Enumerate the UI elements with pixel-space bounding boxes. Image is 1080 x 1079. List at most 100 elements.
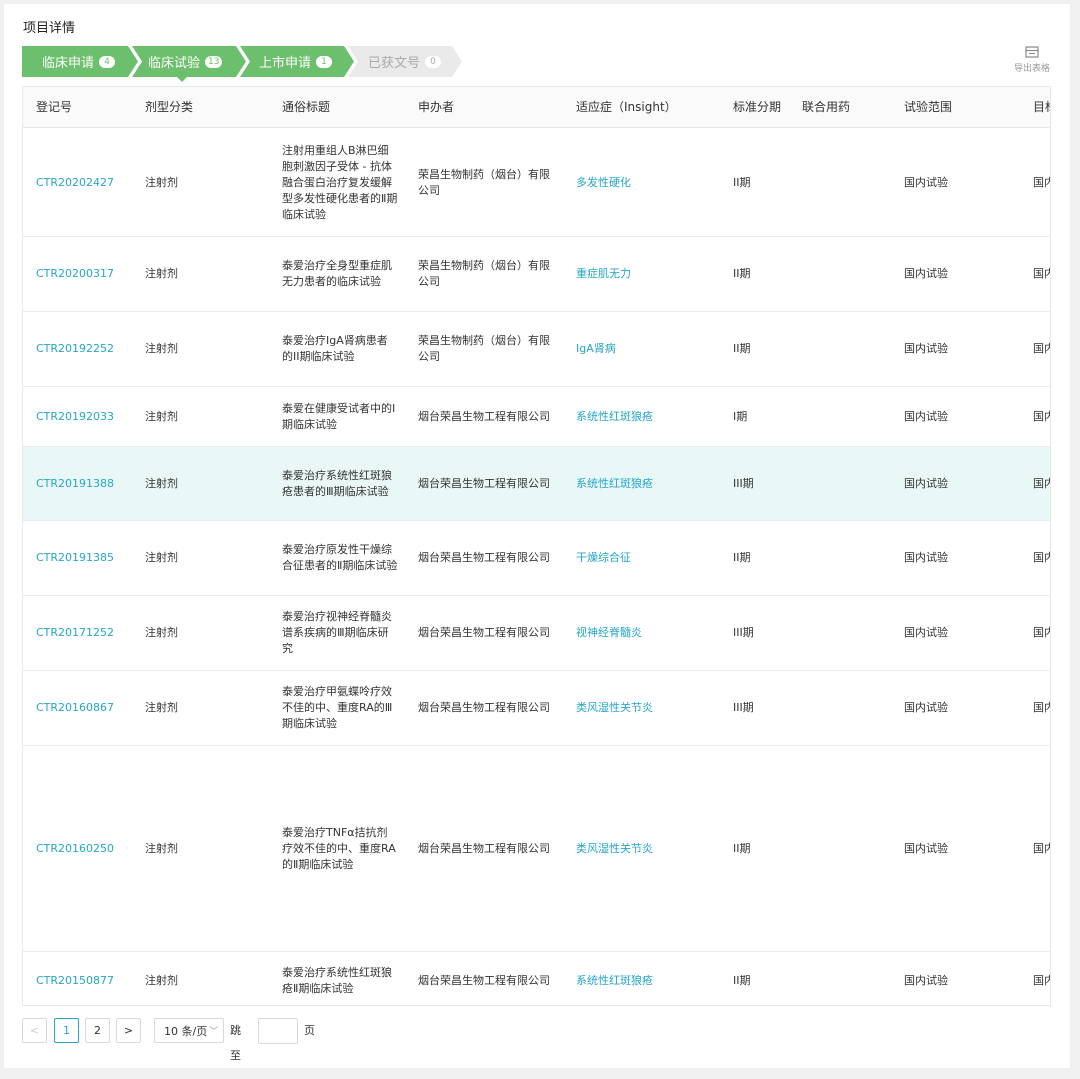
indication-link[interactable]: 系统性红斑狼疮 bbox=[576, 952, 653, 1005]
indication-link[interactable]: 视神经脊髓炎 bbox=[576, 596, 642, 670]
reg-no-link[interactable]: CTR20200317 bbox=[36, 237, 114, 311]
phase-cell: II期 bbox=[733, 841, 751, 855]
page-2-button[interactable]: 2 bbox=[85, 1018, 110, 1043]
target-cell: 国内 bbox=[1033, 267, 1050, 280]
reg-no-link[interactable]: CTR20192033 bbox=[36, 387, 114, 446]
scope-cell: 国内试验 bbox=[904, 626, 948, 639]
sponsor-cell: 荣昌生物制药（烟台）有限公司 bbox=[418, 167, 550, 197]
step-label: 已获文号 bbox=[368, 56, 421, 71]
title-cell: 泰爱治疗系统性红斑狼疮患者的Ⅲ期临床试验 bbox=[282, 468, 392, 498]
sponsor-cell: 烟台荣昌生物工程有限公司 bbox=[418, 841, 550, 855]
table-row: CTR20192033 注射剂 泰爱在健康受试者中的I期临床试验 烟台荣昌生物工… bbox=[23, 387, 1050, 447]
step-label: 上市申请 bbox=[259, 56, 312, 71]
step-marketing-application[interactable]: 上市申请 1 bbox=[240, 46, 354, 77]
scope-cell: 国内试验 bbox=[904, 841, 948, 855]
jump-page-input[interactable] bbox=[258, 1018, 298, 1044]
scope-cell: 国内试验 bbox=[904, 409, 948, 423]
target-cell: 国内 bbox=[1033, 551, 1050, 564]
step-label: 临床试验 bbox=[148, 56, 201, 71]
step-count-badge: 4 bbox=[99, 55, 116, 68]
dosage-form-cell: 注射剂 bbox=[145, 267, 178, 280]
title-cell: 泰爱治疗全身型重症肌无力患者的临床试验 bbox=[282, 259, 392, 288]
target-cell: 国内 bbox=[1033, 841, 1050, 855]
scope-cell: 国内试验 bbox=[904, 175, 948, 189]
column-header-sponsor[interactable]: 申办者 bbox=[418, 87, 454, 128]
scope-cell: 国内试验 bbox=[904, 267, 948, 280]
indication-link[interactable]: 重症肌无力 bbox=[576, 237, 631, 311]
table-row: CTR20171252 注射剂 泰爱治疗视神经脊髓炎谱系疾病的Ⅲ期临床研究 烟台… bbox=[23, 596, 1050, 671]
dosage-form-cell: 注射剂 bbox=[145, 342, 178, 355]
target-cell: 国内 bbox=[1033, 342, 1050, 355]
reg-no-link[interactable]: CTR20160250 bbox=[36, 746, 114, 951]
step-count-badge: 13 bbox=[205, 55, 223, 68]
dosage-form-cell: 注射剂 bbox=[145, 409, 178, 423]
indication-link[interactable]: IgA肾病 bbox=[576, 312, 616, 386]
indication-link[interactable]: 类风湿性关节炎 bbox=[576, 746, 653, 951]
jump-label: 跳至 bbox=[230, 1024, 241, 1062]
prev-page-button[interactable]: < bbox=[22, 1018, 47, 1043]
table-row: CTR20160867 注射剂 泰爱治疗甲氨蝶呤疗效不佳的中、重度RA的Ⅲ期临床… bbox=[23, 671, 1050, 746]
sponsor-cell: 烟台荣昌生物工程有限公司 bbox=[418, 551, 550, 564]
phase-cell: III期 bbox=[733, 626, 754, 639]
dosage-form-cell: 注射剂 bbox=[145, 476, 178, 490]
export-table-button[interactable]: 导出表格 bbox=[1014, 46, 1050, 74]
table-row: CTR20200317 注射剂 泰爱治疗全身型重症肌无力患者的临床试验 荣昌生物… bbox=[23, 237, 1050, 312]
indication-link[interactable]: 系统性红斑狼疮 bbox=[576, 447, 653, 520]
step-clinical-application[interactable]: 临床申请 4 bbox=[22, 46, 138, 77]
step-count-badge: 1 bbox=[316, 55, 333, 68]
column-header-indication[interactable]: 适应症（Insight） bbox=[576, 87, 677, 128]
scope-cell: 国内试验 bbox=[904, 476, 948, 490]
reg-no-link[interactable]: CTR20202427 bbox=[36, 129, 114, 236]
dosage-form-cell: 注射剂 bbox=[145, 841, 178, 855]
indication-link[interactable]: 系统性红斑狼疮 bbox=[576, 387, 653, 446]
table-row: CTR20191388 注射剂 泰爱治疗系统性红斑狼疮患者的Ⅲ期临床试验 烟台荣… bbox=[23, 447, 1050, 521]
dosage-form-cell: 注射剂 bbox=[145, 175, 178, 189]
table-row: CTR20191385 注射剂 泰爱治疗原发性干燥综合征患者的Ⅱ期临床试验 烟台… bbox=[23, 521, 1050, 596]
table-header: 登记号 剂型分类 通俗标题 申办者 适应症（Insight） 标准分期 联合用药… bbox=[23, 87, 1050, 128]
phase-cell: III期 bbox=[733, 476, 754, 490]
scope-cell: 国内试验 bbox=[904, 973, 948, 987]
indication-link[interactable]: 类风湿性关节炎 bbox=[576, 671, 653, 745]
reg-no-link[interactable]: CTR20192252 bbox=[36, 312, 114, 386]
table-row: CTR20160250 注射剂 泰爱治疗TNFα拮抗剂疗效不佳的中、重度RA的Ⅱ… bbox=[23, 746, 1050, 952]
reg-no-link[interactable]: CTR20150877 bbox=[36, 952, 114, 1005]
column-header-combination[interactable]: 联合用药 bbox=[802, 87, 850, 128]
reg-no-link[interactable]: CTR20160867 bbox=[36, 671, 114, 745]
page-1-button[interactable]: 1 bbox=[54, 1018, 79, 1043]
dosage-form-cell: 注射剂 bbox=[145, 973, 178, 987]
sponsor-cell: 荣昌生物制药（烟台）有限公司 bbox=[418, 259, 550, 288]
step-label: 临床申请 bbox=[42, 56, 95, 71]
column-header-target[interactable]: 目标 bbox=[1033, 87, 1050, 128]
table-row: CTR20192252 注射剂 泰爱治疗IgA肾病患者的II期临床试验 荣昌生物… bbox=[23, 312, 1050, 387]
export-table-icon bbox=[1025, 46, 1039, 58]
step-approved[interactable]: 已获文号 0 bbox=[348, 46, 462, 77]
page-title: 项目详情 bbox=[23, 21, 76, 36]
page-size-select[interactable]: 10 条/页 ﹀ bbox=[154, 1018, 224, 1043]
indication-link[interactable]: 干燥综合征 bbox=[576, 521, 631, 595]
column-header-reg-no[interactable]: 登记号 bbox=[36, 87, 72, 128]
phase-cell: II期 bbox=[733, 551, 751, 564]
title-cell: 泰爱在健康受试者中的I期临床试验 bbox=[282, 401, 396, 431]
phase-cell: II期 bbox=[733, 342, 751, 355]
column-header-phase[interactable]: 标准分期 bbox=[733, 87, 781, 128]
dosage-form-cell: 注射剂 bbox=[145, 701, 178, 714]
column-header-title[interactable]: 通俗标题 bbox=[282, 87, 330, 128]
table-row: CTR20202427 注射剂 注射用重组人B淋巴细胞刺激因子受体 - 抗体融合… bbox=[23, 129, 1050, 237]
column-header-scope[interactable]: 试验范围 bbox=[904, 87, 952, 128]
title-cell: 泰爱治疗视神经脊髓炎谱系疾病的Ⅲ期临床研究 bbox=[282, 610, 392, 655]
target-cell: 国内 bbox=[1033, 175, 1050, 189]
column-header-dosage-form[interactable]: 剂型分类 bbox=[145, 87, 193, 128]
indication-link[interactable]: 多发性硬化 bbox=[576, 129, 631, 236]
step-clinical-trial[interactable]: 临床试验 13 bbox=[132, 46, 246, 77]
title-cell: 泰爱治疗TNFα拮抗剂疗效不佳的中、重度RA的Ⅱ期临床试验 bbox=[282, 825, 396, 871]
reg-no-link[interactable]: CTR20171252 bbox=[36, 596, 114, 670]
next-page-button[interactable]: > bbox=[116, 1018, 141, 1043]
target-cell: 国内 bbox=[1033, 626, 1050, 639]
reg-no-link[interactable]: CTR20191388 bbox=[36, 447, 114, 520]
scope-cell: 国内试验 bbox=[904, 342, 948, 355]
scope-cell: 国内试验 bbox=[904, 701, 948, 714]
step-count-badge: 0 bbox=[425, 55, 442, 68]
reg-no-link[interactable]: CTR20191385 bbox=[36, 521, 114, 595]
sponsor-cell: 荣昌生物制药（烟台）有限公司 bbox=[418, 334, 550, 363]
page-suffix-label: 页 bbox=[304, 1024, 315, 1037]
